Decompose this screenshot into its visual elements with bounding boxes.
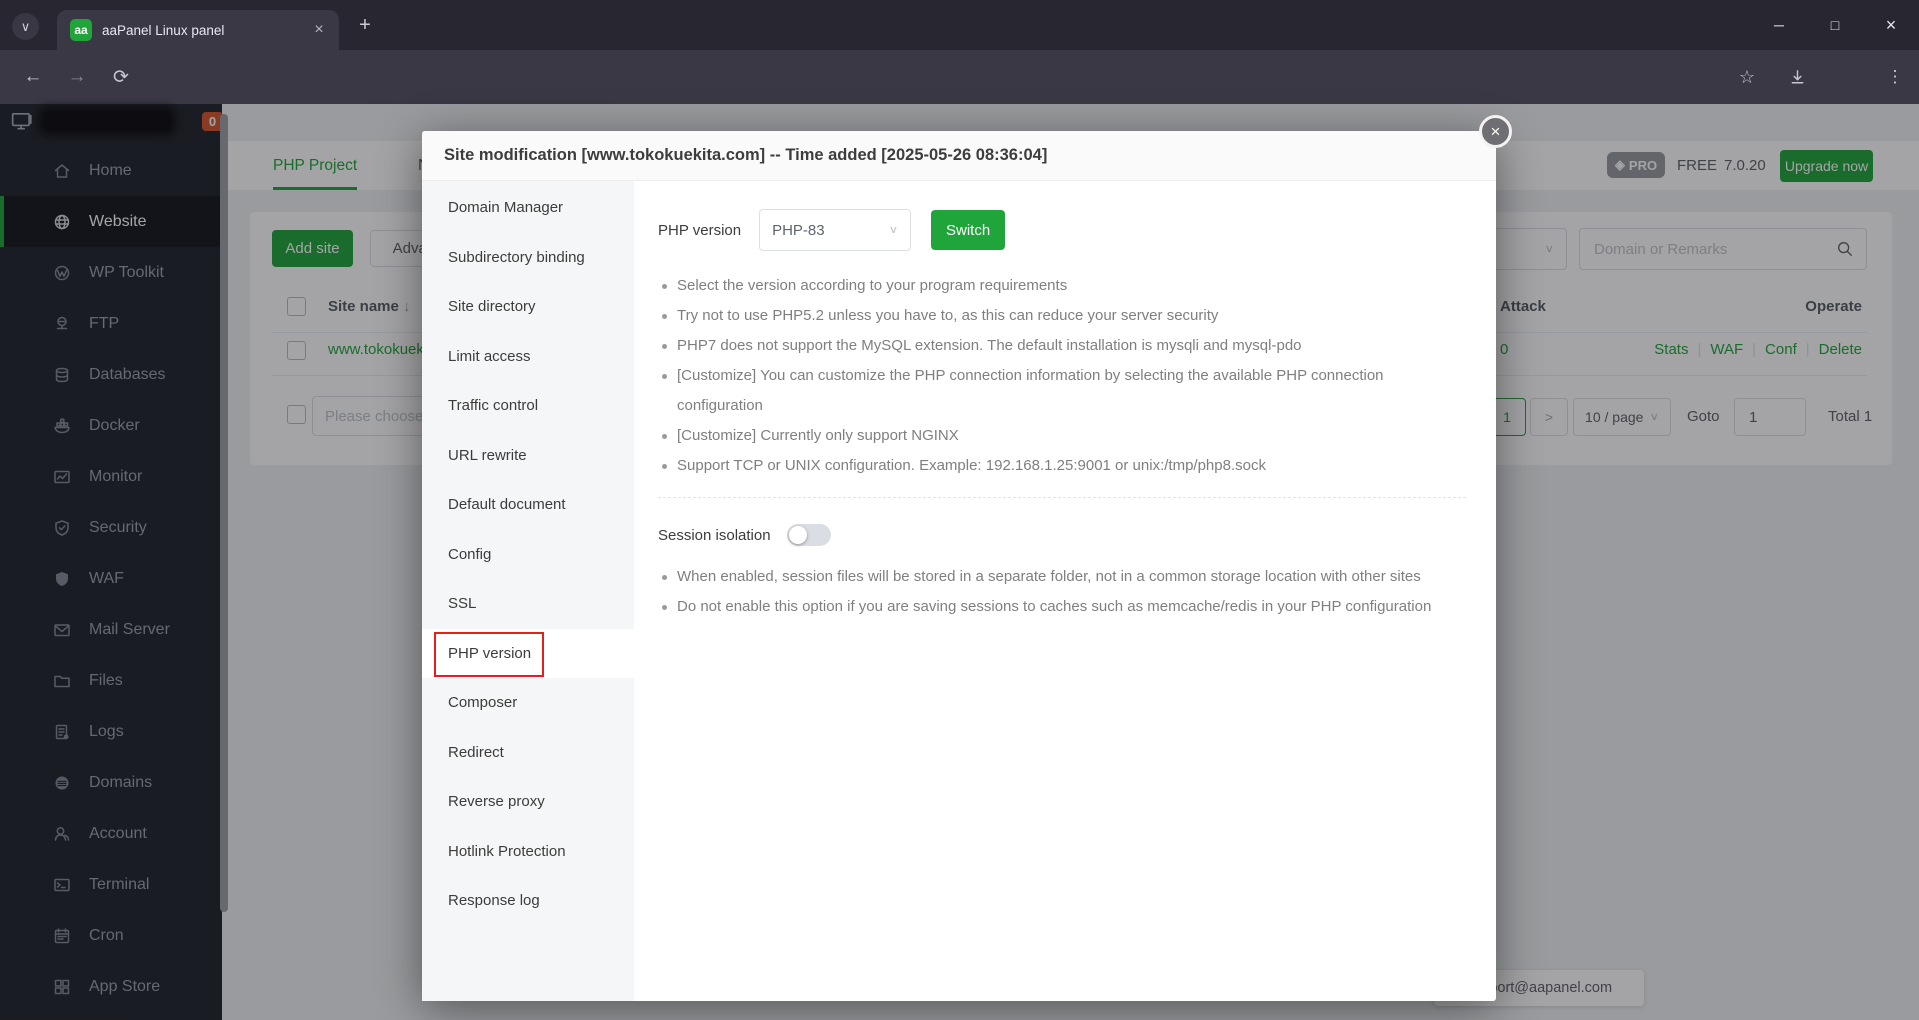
browser-tab-strip: ∨ aa aaPanel Linux panel × + ─ □ × (0, 0, 1919, 50)
note-item: [Customize] Currently only support NGINX (658, 421, 1466, 451)
note-item: When enabled, session files will be stor… (658, 562, 1466, 592)
back-icon[interactable]: ← (20, 64, 46, 90)
note-item: Do not enable this option if you are sav… (658, 592, 1466, 622)
php-version-label: PHP version (658, 221, 742, 239)
dialog-menu-ssl[interactable]: SSL (422, 579, 634, 629)
bookmark-star-icon[interactable]: ☆ (1734, 64, 1760, 90)
php-version-panel: PHP version PHP-83 ∨ Switch Select the v… (634, 181, 1496, 1001)
session-isolation-label: Session isolation (658, 526, 771, 544)
page-viewport: 0 Home Website WP Toolkit FTP Databases … (0, 104, 1919, 1020)
download-icon[interactable] (1784, 64, 1810, 90)
tab-search-chevron-icon[interactable]: ∨ (12, 13, 39, 40)
aapanel-favicon: aa (70, 19, 92, 41)
session-isolation-toggle[interactable] (786, 524, 831, 546)
note-item: Try not to use PHP5.2 unless you have to… (658, 301, 1466, 331)
dialog-menu-redirect[interactable]: Redirect (422, 728, 634, 778)
php-version-select[interactable]: PHP-83 ∨ (759, 209, 912, 251)
note-item: [Customize] You can customize the PHP co… (658, 361, 1466, 421)
red-highlight-box (434, 631, 544, 677)
forward-icon[interactable]: → (64, 64, 90, 90)
note-item: PHP7 does not support the MySQL extensio… (658, 331, 1466, 361)
note-item: Select the version according to your pro… (658, 271, 1466, 301)
window-controls: ─ □ × (1751, 0, 1919, 50)
note-item: Support TCP or UNIX configuration. Examp… (658, 451, 1466, 481)
dialog-menu-response-log[interactable]: Response log (422, 876, 634, 926)
chevron-down-icon: ∨ (888, 223, 899, 236)
session-isolation-row: Session isolation (658, 524, 1466, 546)
dialog-menu-config[interactable]: Config (422, 530, 634, 580)
dialog-menu-reverse-proxy[interactable]: Reverse proxy (422, 777, 634, 827)
dialog-menu-composer[interactable]: Composer (422, 678, 634, 728)
dashed-divider (658, 497, 1466, 498)
dialog-body: Domain Manager Subdirectory binding Site… (422, 181, 1496, 1001)
dialog-menu-site-directory[interactable]: Site directory (422, 282, 634, 332)
session-notes-list: When enabled, session files will be stor… (658, 562, 1466, 622)
switch-button[interactable]: Switch (931, 210, 1006, 250)
dialog-menu-php-version[interactable]: PHP version (422, 628, 634, 678)
php-version-value: PHP-83 (772, 221, 825, 239)
dialog-menu-limit-access[interactable]: Limit access (422, 332, 634, 382)
dialog-menu-domain-manager[interactable]: Domain Manager (422, 183, 634, 233)
reload-icon[interactable]: ⟳ (108, 64, 134, 90)
site-modification-dialog: × Site modification [www.tokokuekita.com… (422, 115, 1512, 1001)
dialog-title: Site modification [www.tokokuekita.com] … (422, 131, 1496, 181)
browser-tab[interactable]: aa aaPanel Linux panel × (57, 10, 339, 50)
php-version-row: PHP version PHP-83 ∨ Switch (658, 209, 1466, 251)
browser-tab-title: aaPanel Linux panel (102, 22, 225, 38)
dialog-menu-url-rewrite[interactable]: URL rewrite (422, 431, 634, 481)
window-minimize-button[interactable]: ─ (1751, 0, 1807, 50)
tab-close-icon[interactable]: × (309, 20, 329, 40)
dialog-menu-subdirectory-binding[interactable]: Subdirectory binding (422, 233, 634, 283)
new-tab-button[interactable]: + (352, 12, 378, 38)
dialog-menu-traffic-control[interactable]: Traffic control (422, 381, 634, 431)
browser-navbar: ← → ⟳ × Not secure https: //157. ☆ ⋮ (0, 50, 1919, 145)
php-notes-list: Select the version according to your pro… (658, 271, 1466, 481)
browser-menu-dots-icon[interactable]: ⋮ (1882, 64, 1908, 90)
dialog-menu-default-document[interactable]: Default document (422, 480, 634, 530)
toggle-knob (788, 526, 807, 544)
window-close-button[interactable]: × (1863, 0, 1919, 50)
dialog-close-icon[interactable]: × (1479, 115, 1512, 148)
dialog-menu-hotlink-protection[interactable]: Hotlink Protection (422, 827, 634, 877)
window-maximize-button[interactable]: □ (1807, 0, 1863, 50)
dialog-menu: Domain Manager Subdirectory binding Site… (422, 181, 634, 1001)
